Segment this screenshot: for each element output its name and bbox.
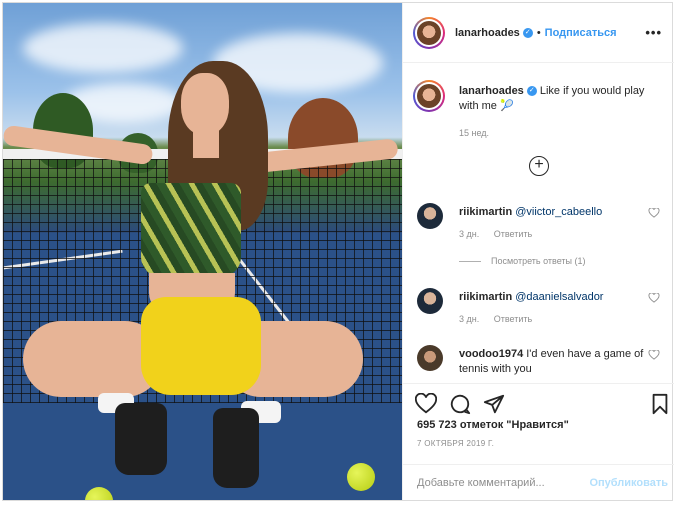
add-comment-bar: Добавьте комментарий... Опубликовать	[403, 464, 674, 500]
verified-badge-icon: ✓	[526, 86, 537, 97]
commenter-avatar[interactable]	[417, 288, 443, 314]
comment-text: riikimartin @daanielsalvador	[459, 290, 649, 305]
post-photo[interactable]	[3, 3, 402, 500]
header-user-row: lanarhoades ✓ • Подписаться	[455, 27, 617, 39]
shoe	[213, 408, 259, 488]
post-sidebar: lanarhoades ✓ • Подписаться ••• lanarhoades…	[402, 3, 674, 500]
comments-section[interactable]: lanarhoades ✓ Like if you would play with…	[403, 64, 674, 382]
neck	[193, 128, 219, 158]
comment-time[interactable]: 3 дн.	[459, 314, 479, 324]
comment-meta: 3 дн. Ответить	[459, 314, 544, 324]
post-date[interactable]: 7 ОКТЯБРЯ 2019 Г.	[417, 439, 494, 448]
more-options-icon[interactable]: •••	[645, 25, 662, 40]
separator-dot: •	[536, 27, 541, 39]
instagram-post: lanarhoades ✓ • Подписаться ••• lanarhoades…	[2, 2, 674, 501]
shoe	[115, 403, 167, 475]
comment-username[interactable]: voodoo1974	[459, 348, 523, 360]
follow-button[interactable]: Подписаться	[545, 27, 617, 39]
comment-mention[interactable]: @daanielsalvador	[515, 291, 603, 303]
heart-icon[interactable]	[415, 393, 437, 415]
header-username[interactable]: lanarhoades	[455, 27, 520, 39]
view-replies-link[interactable]: Посмотреть ответы (1)	[459, 256, 586, 266]
shorts	[141, 297, 261, 395]
face	[181, 73, 229, 135]
comment-username[interactable]: riikimartin	[459, 206, 512, 218]
likes-count[interactable]: 695 723 отметок "Нравится"	[417, 419, 569, 431]
tennis-ball	[347, 463, 375, 491]
avatar[interactable]	[413, 17, 445, 49]
publish-button[interactable]: Опубликовать	[589, 477, 668, 489]
comment-username[interactable]: riikimartin	[459, 291, 512, 303]
comment-input[interactable]: Добавьте комментарий...	[417, 477, 545, 489]
divider	[459, 261, 481, 263]
comment-icon[interactable]	[449, 393, 471, 415]
view-replies-label[interactable]: Посмотреть ответы (1)	[491, 256, 586, 266]
comment-text: riikimartin @viictor_cabeello	[459, 205, 649, 220]
load-more-comments-icon[interactable]: +	[529, 156, 549, 176]
crop-top	[141, 183, 241, 277]
comment-text: voodoo1974 I'd even have a game of tenni…	[459, 347, 649, 377]
caption-avatar[interactable]	[413, 80, 445, 112]
commenter-avatar[interactable]	[417, 345, 443, 371]
bookmark-icon[interactable]	[649, 393, 671, 415]
reply-button[interactable]: Ответить	[494, 229, 532, 239]
caption-time[interactable]: 15 нед.	[459, 126, 659, 141]
commenter-avatar[interactable]	[417, 203, 443, 229]
like-comment-icon[interactable]	[648, 293, 660, 303]
like-comment-icon[interactable]	[648, 208, 660, 218]
comment-meta: 3 дн. Ответить	[459, 229, 544, 239]
comment-mention[interactable]: @viictor_cabeello	[515, 206, 602, 218]
caption: lanarhoades ✓ Like if you would play with…	[459, 84, 659, 141]
post-actions	[403, 383, 674, 417]
verified-badge-icon: ✓	[522, 28, 533, 39]
comment-time[interactable]: 3 дн.	[459, 229, 479, 239]
reply-button[interactable]: Ответить	[494, 314, 532, 324]
post-header: lanarhoades ✓ • Подписаться •••	[403, 3, 674, 63]
share-icon[interactable]	[483, 393, 505, 415]
cloud	[23, 23, 183, 73]
like-comment-icon[interactable]	[648, 350, 660, 360]
caption-username[interactable]: lanarhoades	[459, 85, 524, 97]
